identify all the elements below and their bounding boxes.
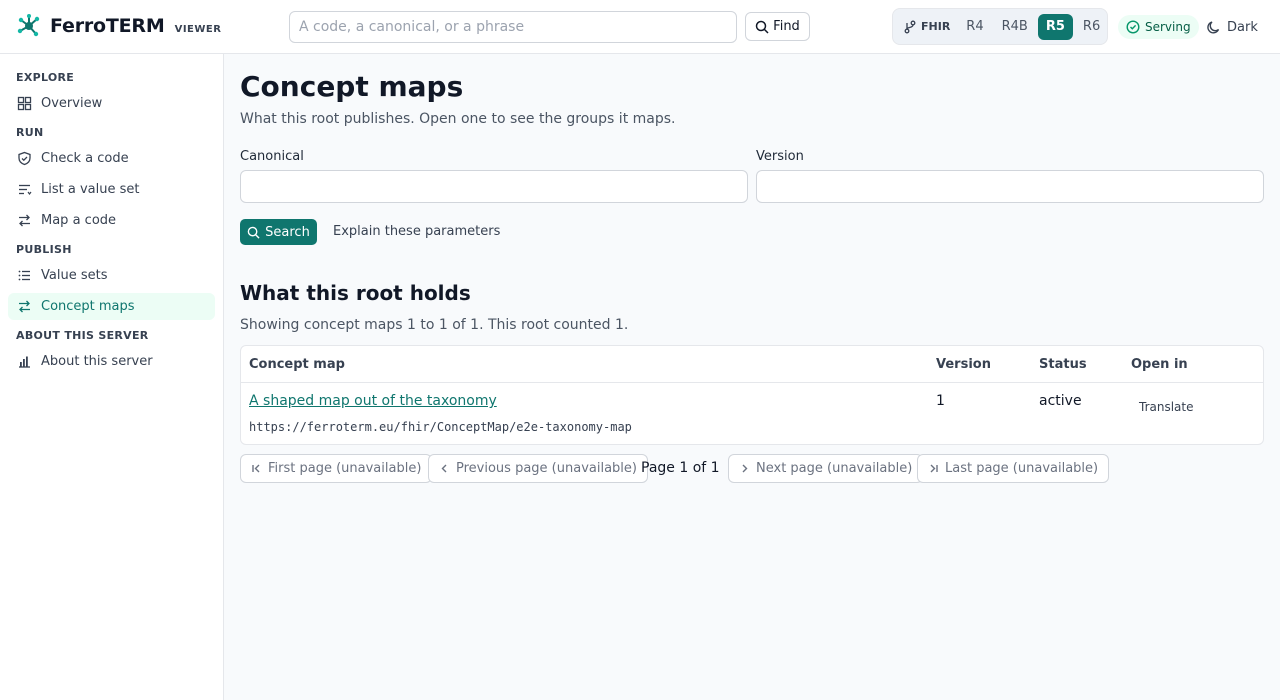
table-divider: [241, 382, 1263, 383]
app-name: FerroTERM: [50, 15, 165, 37]
sidebar-item-check-code[interactable]: Check a code: [8, 145, 215, 172]
first-page-icon: [252, 464, 260, 473]
moon-icon: [1207, 20, 1220, 33]
concept-map-link[interactable]: A shaped map out of the taxonomy: [249, 393, 497, 409]
global-search-input[interactable]: [289, 11, 737, 43]
column-header-version: Version: [936, 357, 991, 372]
sidebar-item-map-code[interactable]: Map a code: [8, 207, 215, 234]
previous-page-button[interactable]: Previous page (unavailable): [428, 454, 648, 483]
version-label: Version: [756, 149, 804, 164]
nav-heading-explore: EXPLORE: [16, 71, 75, 84]
search-icon: [247, 226, 260, 239]
column-header-concept-map: Concept map: [249, 357, 345, 372]
page-indicator: Page 1 of 1: [641, 460, 720, 476]
column-header-open-in: Open in: [1131, 357, 1188, 372]
brand[interactable]: FerroTERM VIEWER: [16, 13, 221, 39]
first-page-button[interactable]: First page (unavailable): [240, 454, 433, 483]
chevron-right-icon: [742, 464, 748, 473]
top-bar: FerroTERM VIEWER Find FHIR R4 R4B R5 R6 …: [0, 0, 1280, 54]
logo-icon: [17, 14, 40, 37]
grid-icon: [17, 96, 32, 111]
canonical-label: Canonical: [240, 149, 304, 164]
results-count: Showing concept maps 1 to 1 of 1. This r…: [240, 317, 629, 333]
results-title: What this root holds: [240, 281, 471, 305]
fhir-label: FHIR: [897, 20, 956, 34]
shield-check-icon: [18, 151, 31, 166]
sidebar: EXPLORE Overview RUN Check a code List a…: [0, 54, 224, 700]
chevron-left-icon: [441, 464, 447, 473]
bar-chart-icon: [19, 356, 30, 368]
list-icon: [18, 270, 30, 281]
last-page-icon: [930, 464, 938, 473]
sidebar-item-concept-maps[interactable]: Concept maps: [8, 293, 215, 320]
list-filter-icon: [19, 184, 32, 195]
page-subtitle: What this root publishes. Open one to se…: [240, 111, 676, 127]
version-r5[interactable]: R5: [1037, 13, 1073, 40]
nav-heading-publish: PUBLISH: [16, 243, 72, 256]
concept-map-version: 1: [936, 393, 945, 409]
column-header-status: Status: [1039, 357, 1087, 372]
arrows-swap-icon: [19, 300, 30, 313]
fhir-version-switcher: FHIR R4 R4B R5 R6: [892, 8, 1108, 45]
check-circle-icon: [1126, 20, 1140, 34]
concept-maps-table: Concept map Version Status Open in A sha…: [240, 345, 1264, 445]
sidebar-item-overview[interactable]: Overview: [8, 90, 215, 117]
page-title: Concept maps: [240, 70, 464, 103]
version-input[interactable]: [756, 170, 1264, 203]
translate-button[interactable]: Translate: [1131, 396, 1202, 418]
arrows-swap-icon: [19, 214, 30, 227]
concept-map-status: active: [1039, 393, 1082, 409]
search-icon: [755, 20, 769, 34]
status-badge: Serving: [1118, 15, 1199, 39]
next-page-button[interactable]: Next page (unavailable): [728, 454, 924, 483]
version-r6[interactable]: R6: [1075, 14, 1108, 40]
search-button[interactable]: Search: [240, 219, 317, 245]
concept-map-url: https://ferroterm.eu/fhir/ConceptMap/e2e…: [249, 420, 632, 434]
sidebar-item-value-sets[interactable]: Value sets: [8, 262, 215, 289]
canonical-input[interactable]: [240, 170, 748, 203]
nav-heading-about: ABOUT THIS SERVER: [16, 329, 149, 342]
branch-icon: [904, 20, 916, 33]
find-label: Find: [773, 19, 800, 34]
version-r4b[interactable]: R4B: [994, 14, 1036, 40]
nav-heading-run: RUN: [16, 126, 44, 139]
last-page-button[interactable]: Last page (unavailable): [917, 454, 1110, 483]
sidebar-item-about-server[interactable]: About this server: [8, 348, 215, 375]
sidebar-item-list-value-set[interactable]: List a value set: [8, 176, 215, 203]
explain-parameters-link[interactable]: Explain these parameters: [333, 224, 500, 239]
app-subtitle: VIEWER: [174, 23, 222, 35]
find-button[interactable]: Find: [745, 12, 810, 41]
version-r4[interactable]: R4: [958, 14, 991, 40]
theme-toggle-button[interactable]: Dark: [1206, 14, 1258, 40]
